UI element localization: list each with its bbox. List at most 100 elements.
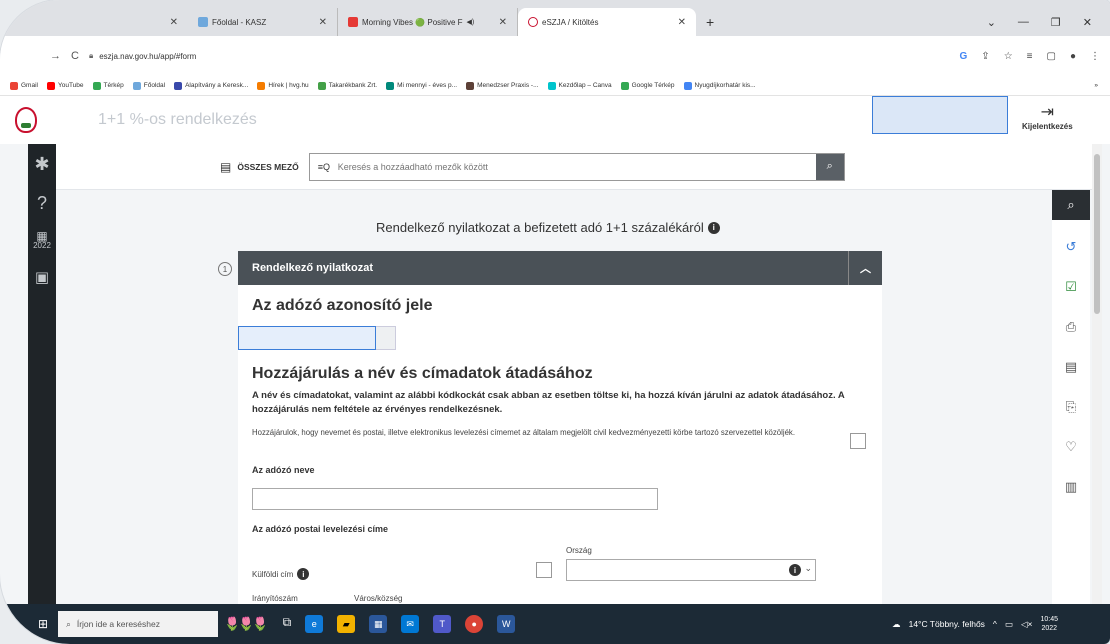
country-select[interactable]: i ⌄: [566, 559, 816, 581]
search-button[interactable]: ⌕: [815, 153, 844, 180]
bookmark-item[interactable]: Gmail: [10, 81, 38, 90]
share-icon[interactable]: ⇪: [981, 51, 989, 62]
close-icon[interactable]: ✕: [491, 17, 507, 28]
help-icon[interactable]: ?: [37, 193, 47, 214]
bookmark-label: Hírek | hvg.hu: [268, 82, 309, 89]
side-panel-icon[interactable]: ▢: [1047, 51, 1056, 62]
tab-close-partial[interactable]: ✕: [136, 8, 188, 36]
print-button[interactable]: ⎙: [1052, 314, 1090, 340]
document-title-text: Rendelkező nyilatkozat a befizetett adó …: [376, 220, 704, 235]
clock[interactable]: 10:45 2022: [1040, 615, 1058, 633]
consent-checkbox[interactable]: [850, 433, 866, 449]
bookmark-item[interactable]: Takarékbank Zrt.: [317, 81, 378, 90]
form-card: Az adózó azonosító jele Hozzájárulás a n…: [238, 285, 882, 604]
lock-icon[interactable]: 🔒︎: [89, 51, 93, 61]
taxpayer-id-field[interactable]: [238, 326, 396, 350]
name-label: Az adózó neve: [252, 465, 315, 475]
name-input[interactable]: [252, 488, 658, 510]
app-title: 1+1 %-os rendelkezés: [98, 111, 257, 128]
edge-icon[interactable]: e: [305, 615, 324, 633]
volume-icon[interactable]: ◁×: [1021, 619, 1033, 630]
nav-logo[interactable]: [0, 96, 52, 144]
minimize-icon[interactable]: —: [1018, 16, 1029, 28]
year-selector[interactable]: ▦ 2022: [33, 230, 51, 250]
search-row: ▤ ÖSSZES MEZŐ ≡Q ⌕: [56, 144, 1100, 190]
undo-button[interactable]: ↺: [1052, 234, 1090, 260]
logout-button[interactable]: ⇥ Kijelentkezés: [1022, 102, 1073, 131]
accessibility-icon[interactable]: ✱: [34, 154, 49, 175]
mail-icon[interactable]: ✉: [401, 615, 420, 633]
info-icon[interactable]: i: [789, 564, 801, 576]
task-view-icon[interactable]: ⧉: [283, 615, 292, 633]
word-icon[interactable]: W: [497, 615, 516, 633]
info-icon[interactable]: i: [707, 221, 720, 234]
bookmark-item[interactable]: Hírek | hvg.hu: [257, 81, 309, 90]
speaker-icon[interactable]: ◀): [467, 18, 475, 26]
all-fields-button[interactable]: ▤ ÖSSZES MEZŐ: [220, 160, 299, 174]
year-label: 2022: [33, 241, 51, 250]
info-icon[interactable]: i: [297, 568, 310, 580]
screen: ✕ Főoldal - KASZ ✕ Morning Vibes 🟢 Posit…: [0, 0, 1110, 644]
attachment-button[interactable]: ⎘: [1052, 394, 1090, 420]
collapse-button[interactable]: ︿: [848, 251, 882, 285]
field-search-input[interactable]: [309, 153, 816, 180]
google-icon[interactable]: G: [960, 51, 968, 62]
forward-icon[interactable]: →: [50, 50, 61, 62]
bookmark-item[interactable]: Nyugdíjkorhatár kis...: [683, 81, 756, 90]
bookmark-label: Takarékbank Zrt.: [328, 82, 378, 89]
maximize-icon[interactable]: ❐: [1051, 16, 1061, 29]
teams-icon[interactable]: T: [433, 615, 452, 633]
summary-icon: ▥: [1064, 479, 1078, 494]
bookmark-item[interactable]: Menedzser Praxis -...: [466, 81, 539, 90]
file-explorer-icon[interactable]: ▰: [337, 615, 356, 633]
bookmark-label: Alapítvány a Keresk...: [185, 82, 249, 89]
tray-chevron-icon[interactable]: ^: [993, 619, 997, 629]
bookmark-item[interactable]: YouTube: [46, 81, 84, 90]
bookmark-label: Google Térkép: [631, 82, 675, 89]
logout-label: Kijelentkezés: [1022, 122, 1073, 131]
reading-list-icon[interactable]: ≡: [1027, 51, 1033, 62]
bookmark-item[interactable]: Főoldal: [132, 81, 165, 90]
windows-start-icon[interactable]: ⊞: [38, 617, 48, 631]
check-button[interactable]: ☑: [1052, 274, 1090, 300]
scrollbar-thumb[interactable]: [1094, 154, 1100, 314]
summary-button[interactable]: ▥: [1052, 474, 1090, 500]
bookmark-item[interactable]: Mi mennyi - éves p...: [386, 81, 457, 90]
calculator-button[interactable]: ▤: [1052, 354, 1090, 380]
weather-icon[interactable]: ☁: [892, 619, 901, 630]
bookmark-item[interactable]: Térkép: [92, 81, 124, 90]
chrome-icon[interactable]: ●: [465, 615, 484, 633]
bookmark-item[interactable]: Google Térkép: [620, 81, 675, 90]
section-header[interactable]: Rendelkező nyilatkozat ︿: [238, 251, 882, 285]
tab-kasz[interactable]: Főoldal - KASZ ✕: [188, 8, 338, 36]
bookmarks-overflow-icon[interactable]: »: [1094, 82, 1110, 89]
document-icon[interactable]: ▣: [35, 268, 49, 286]
bookmark-favicon-icon: [174, 81, 183, 90]
close-window-icon[interactable]: ✕: [1083, 16, 1092, 29]
tab-youtube[interactable]: Morning Vibes 🟢 Positive F ◀) ✕: [338, 8, 518, 36]
close-icon[interactable]: ✕: [311, 17, 327, 28]
bookmark-item[interactable]: Kezdőlap – Canva: [547, 81, 612, 90]
undo-icon: ↺: [1065, 239, 1077, 254]
search-tool-button[interactable]: ⌕: [1052, 190, 1090, 220]
store-icon[interactable]: ▦: [369, 615, 388, 633]
url-text: eszja.nav.gov.hu/app/#form: [99, 51, 197, 61]
star-icon[interactable]: ☆: [1004, 51, 1013, 62]
reload-icon[interactable]: C: [71, 50, 79, 62]
tab-eszja[interactable]: eSZJA / Kitöltés ✕: [518, 8, 696, 36]
menu-icon[interactable]: ⋮: [1090, 51, 1100, 62]
bookmark-item[interactable]: Alapítvány a Keresk...: [174, 81, 249, 90]
url-field[interactable]: 🔒︎ eszja.nav.gov.hu/app/#form: [89, 51, 950, 61]
new-tab-button[interactable]: +: [696, 8, 724, 36]
weather-text[interactable]: 14°C Többny. felhős: [909, 619, 985, 629]
foreign-address-checkbox[interactable]: [536, 562, 552, 578]
close-icon[interactable]: ✕: [162, 17, 178, 28]
network-icon[interactable]: ▭: [1005, 619, 1013, 630]
close-icon[interactable]: ✕: [670, 17, 686, 28]
bookmark-favicon-icon: [386, 81, 395, 90]
profile-icon[interactable]: ●: [1070, 51, 1076, 62]
tab-search-icon[interactable]: ⌄: [987, 16, 996, 29]
zip-label: Irányítószám: [252, 594, 298, 603]
hint-button[interactable]: ♡: [1052, 434, 1090, 460]
taskbar-search[interactable]: ⌕ Írjon ide a kereséshez: [58, 611, 219, 637]
